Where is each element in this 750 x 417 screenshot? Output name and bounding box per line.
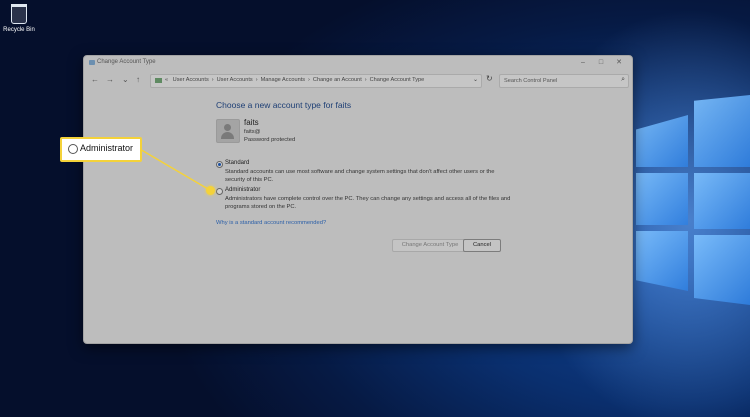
administrator-callout: Administrator bbox=[60, 137, 142, 162]
callout-label: Administrator bbox=[80, 143, 134, 153]
callout-connector bbox=[137, 147, 209, 190]
highlight-dot bbox=[206, 186, 215, 195]
radio-icon bbox=[68, 144, 78, 154]
